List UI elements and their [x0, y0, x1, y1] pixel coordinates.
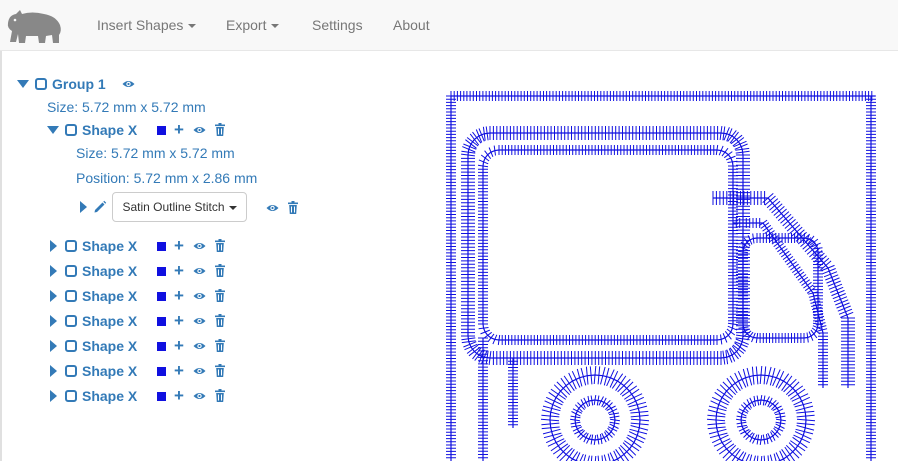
nav-export-label: Export — [226, 17, 267, 33]
stitch-preview-canvas — [443, 88, 883, 461]
color-swatch-icon[interactable] — [157, 367, 166, 376]
trash-icon[interactable] — [215, 389, 225, 402]
nav-about[interactable]: About — [393, 0, 430, 51]
shape-size-text: Size: 5.72 mm x 5.72 mm — [76, 145, 235, 161]
eye-icon[interactable] — [193, 125, 206, 135]
shape-label: Shape X — [82, 338, 138, 354]
expand-toggle-icon[interactable] — [50, 390, 57, 402]
shape-position-text: Position: 5.72 mm x 2.86 mm — [76, 170, 258, 186]
trash-icon[interactable] — [215, 264, 225, 277]
color-swatch-icon[interactable] — [157, 392, 166, 401]
eye-icon[interactable] — [193, 241, 206, 251]
shape-label: Shape X — [82, 122, 138, 138]
chevron-down-icon — [228, 205, 237, 210]
trash-icon[interactable] — [215, 364, 225, 377]
shape-checkbox[interactable] — [65, 240, 77, 252]
shape-label: Shape X — [82, 288, 138, 304]
shape-label: Shape X — [82, 238, 138, 254]
expand-toggle-icon[interactable] — [50, 265, 57, 277]
eye-icon[interactable] — [122, 79, 135, 89]
nav-settings-label: Settings — [312, 17, 363, 33]
nav-insert-shapes[interactable]: Insert Shapes — [97, 0, 197, 51]
nav-export[interactable]: Export — [226, 0, 280, 51]
shape-label: Shape X — [82, 263, 138, 279]
eye-icon[interactable] — [193, 366, 206, 376]
color-swatch-icon[interactable] — [157, 242, 166, 251]
pencil-icon[interactable] — [93, 200, 107, 214]
bear-logo-icon[interactable] — [4, 5, 64, 45]
plus-icon[interactable]: + — [174, 386, 184, 406]
trash-icon[interactable] — [288, 201, 298, 214]
expand-toggle-icon[interactable] — [50, 240, 57, 252]
eye-icon[interactable] — [266, 203, 279, 213]
shape-checkbox[interactable] — [65, 265, 77, 277]
shape-label: Shape X — [82, 363, 138, 379]
shape-checkbox[interactable] — [65, 290, 77, 302]
plus-icon[interactable]: + — [174, 336, 184, 356]
eye-icon[interactable] — [193, 341, 206, 351]
panel-edge — [0, 51, 2, 461]
shape-checkbox[interactable] — [65, 315, 77, 327]
color-swatch-icon[interactable] — [157, 267, 166, 276]
color-swatch-icon[interactable] — [157, 292, 166, 301]
eye-icon[interactable] — [193, 291, 206, 301]
shape-checkbox[interactable] — [65, 340, 77, 352]
shape-label: Shape X — [82, 388, 138, 404]
color-swatch-icon[interactable] — [157, 126, 166, 135]
group-size-text: Size: 5.72 mm x 5.72 mm — [47, 99, 206, 115]
nav-insert-shapes-label: Insert Shapes — [97, 17, 184, 33]
trash-icon[interactable] — [215, 339, 225, 352]
trash-icon[interactable] — [215, 289, 225, 302]
trash-icon[interactable] — [215, 314, 225, 327]
trash-icon[interactable] — [215, 123, 225, 136]
shape-checkbox[interactable] — [65, 390, 77, 402]
chevron-down-icon — [188, 24, 197, 29]
plus-icon[interactable]: + — [174, 286, 184, 306]
plus-icon[interactable]: + — [174, 120, 184, 140]
chevron-down-icon — [271, 24, 280, 29]
group-label: Group 1 — [52, 76, 106, 92]
shape-checkbox[interactable] — [65, 124, 77, 136]
stitch-type-dropdown[interactable]: Satin Outline Stitch — [112, 192, 247, 222]
shape-label: Shape X — [82, 313, 138, 329]
nav-settings[interactable]: Settings — [312, 0, 363, 51]
collapse-toggle-icon[interactable] — [17, 80, 29, 88]
eye-icon[interactable] — [193, 391, 206, 401]
eye-icon[interactable] — [193, 316, 206, 326]
nav-about-label: About — [393, 17, 430, 33]
color-swatch-icon[interactable] — [157, 317, 166, 326]
plus-icon[interactable]: + — [174, 261, 184, 281]
expand-toggle-icon[interactable] — [50, 365, 57, 377]
expand-toggle-icon[interactable] — [50, 340, 57, 352]
expand-toggle-icon[interactable] — [80, 201, 87, 213]
navbar: Insert Shapes Export Settings About — [0, 0, 898, 51]
plus-icon[interactable]: + — [174, 311, 184, 331]
stitch-type-label: Satin Outline Stitch — [122, 200, 225, 214]
expand-toggle-icon[interactable] — [50, 315, 57, 327]
eye-icon[interactable] — [193, 266, 206, 276]
truck-stitch-preview — [446, 91, 876, 461]
plus-icon[interactable]: + — [174, 236, 184, 256]
collapse-toggle-icon[interactable] — [47, 126, 59, 134]
expand-toggle-icon[interactable] — [50, 290, 57, 302]
color-swatch-icon[interactable] — [157, 342, 166, 351]
shape-checkbox[interactable] — [65, 365, 77, 377]
trash-icon[interactable] — [215, 239, 225, 252]
group-checkbox[interactable] — [35, 78, 47, 90]
plus-icon[interactable]: + — [174, 361, 184, 381]
